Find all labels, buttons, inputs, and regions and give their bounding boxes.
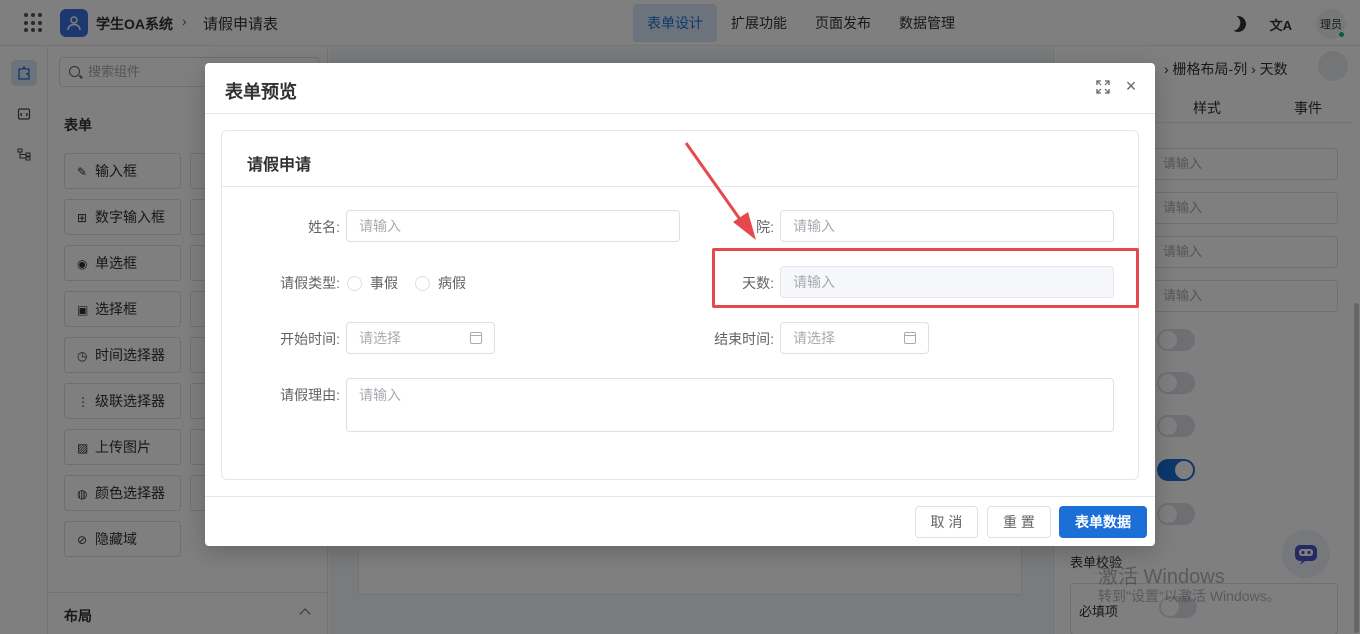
annotation-arrow-icon [684,142,756,240]
